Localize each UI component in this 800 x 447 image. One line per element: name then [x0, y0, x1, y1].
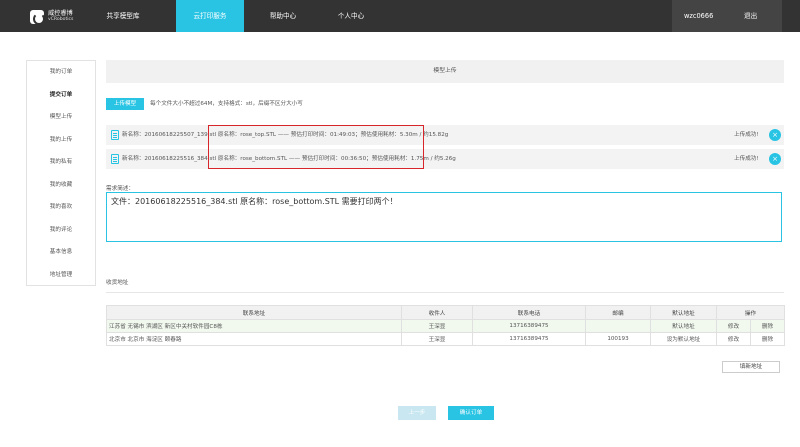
table-row[interactable]: 北京市 北京市 海淀区 颐春路 王深显 13716389475 100193 设…: [106, 332, 786, 346]
sidebar: 我的订单 提交订单 模型上传 我的上传 我的私有 我的收藏 我的喜欢 我的评论 …: [26, 60, 96, 286]
user-name[interactable]: wzc0666: [684, 0, 713, 32]
column-header: 邮编: [585, 305, 651, 320]
address-cell: 江苏省 无锡市 滨湖区 新区中关村软件园C8栋: [106, 319, 402, 333]
phone-cell: 13716389475: [472, 332, 586, 346]
delete-address-link[interactable]: 删除: [749, 332, 786, 346]
page-title: 模型上传: [106, 60, 784, 83]
confirm-order-button[interactable]: 确认订单: [448, 406, 494, 420]
sidebar-item-my-comments[interactable]: 我的评论: [27, 219, 95, 242]
default-address-badge: 默认地址: [650, 319, 717, 333]
column-header: 操作: [715, 305, 786, 320]
estimate-highlight-box: [208, 125, 424, 169]
brand-logo[interactable]: 威控睿博 vCRobotics: [30, 9, 73, 25]
nav-cloud-print[interactable]: 云打印服务: [176, 0, 244, 32]
user-area: wzc0666 退出: [672, 0, 782, 32]
address-section-label: 收货地址: [106, 280, 129, 286]
phone-cell: 13716389475: [472, 319, 586, 333]
column-header: 默认地址: [650, 305, 717, 320]
set-default-address-link[interactable]: 设为默认地址: [650, 332, 717, 346]
upload-note: 每个文件大小不超过64M，支持格式：stl，后缀不区分大小写: [150, 101, 303, 107]
logo-icon: [30, 10, 45, 25]
previous-step-button[interactable]: 上一步: [398, 406, 436, 420]
upload-model-button[interactable]: 上传模型: [106, 98, 144, 110]
divider: [106, 292, 784, 293]
brand-name-en: vCRobotics: [48, 16, 74, 22]
column-header: 联系地址: [106, 305, 402, 320]
sidebar-item-my-uploads[interactable]: 我的上传: [27, 129, 95, 152]
add-new-address-button[interactable]: 填新地址: [722, 361, 780, 373]
sidebar-item-address-management[interactable]: 地址管理: [27, 264, 95, 287]
recipient-cell: 王深显: [401, 319, 473, 333]
edit-address-link[interactable]: 修改: [716, 319, 751, 333]
sidebar-item-my-orders[interactable]: 我的订单: [27, 61, 95, 84]
table-header-row: 联系地址 收件人 联系电话 邮编 默认地址 操作: [106, 305, 786, 320]
delete-address-link[interactable]: 删除: [749, 319, 786, 333]
column-header: 收件人: [401, 305, 473, 320]
top-navigation-bar: 威控睿博 vCRobotics 共享模型库 云打印服务 帮助中心 个人中心 wz…: [0, 0, 800, 32]
edit-address-link[interactable]: 修改: [716, 332, 751, 346]
requirement-label: 需求简述：: [106, 186, 134, 192]
file-icon: [111, 130, 119, 140]
sidebar-item-submit-order[interactable]: 提交订单: [27, 84, 95, 107]
nav-personal-center[interactable]: 个人中心: [322, 0, 380, 32]
upload-status: 上传成功!: [734, 132, 759, 138]
file-icon: [111, 154, 119, 164]
table-row[interactable]: 江苏省 无锡市 滨湖区 新区中关村软件园C8栋 王深显 13716389475 …: [106, 319, 786, 333]
sidebar-item-basic-info[interactable]: 基本信息: [27, 241, 95, 264]
remove-file-icon[interactable]: ×: [769, 129, 781, 141]
upload-status: 上传成功!: [734, 156, 759, 162]
sidebar-item-my-favorites[interactable]: 我的收藏: [27, 174, 95, 197]
logout-link[interactable]: 退出: [744, 0, 757, 32]
sidebar-item-model-upload[interactable]: 模型上传: [27, 106, 95, 129]
nav-help-center[interactable]: 帮助中心: [254, 0, 312, 32]
column-header: 联系电话: [472, 305, 586, 320]
address-cell: 北京市 北京市 海淀区 颐春路: [106, 332, 402, 346]
address-table: 联系地址 收件人 联系电话 邮编 默认地址 操作 江苏省 无锡市 滨湖区 新区中…: [106, 305, 786, 346]
requirement-textarea[interactable]: 文件：20160618225516_384.stl 原名称：rose_botto…: [106, 192, 782, 242]
remove-file-icon[interactable]: ×: [769, 153, 781, 165]
nav-shared-models[interactable]: 共享模型库: [88, 0, 158, 32]
recipient-cell: 王深显: [401, 332, 473, 346]
sidebar-item-my-private[interactable]: 我的私有: [27, 151, 95, 174]
zip-cell: 100193: [585, 332, 651, 346]
sidebar-item-my-likes[interactable]: 我的喜欢: [27, 196, 95, 219]
zip-cell: [585, 319, 651, 333]
